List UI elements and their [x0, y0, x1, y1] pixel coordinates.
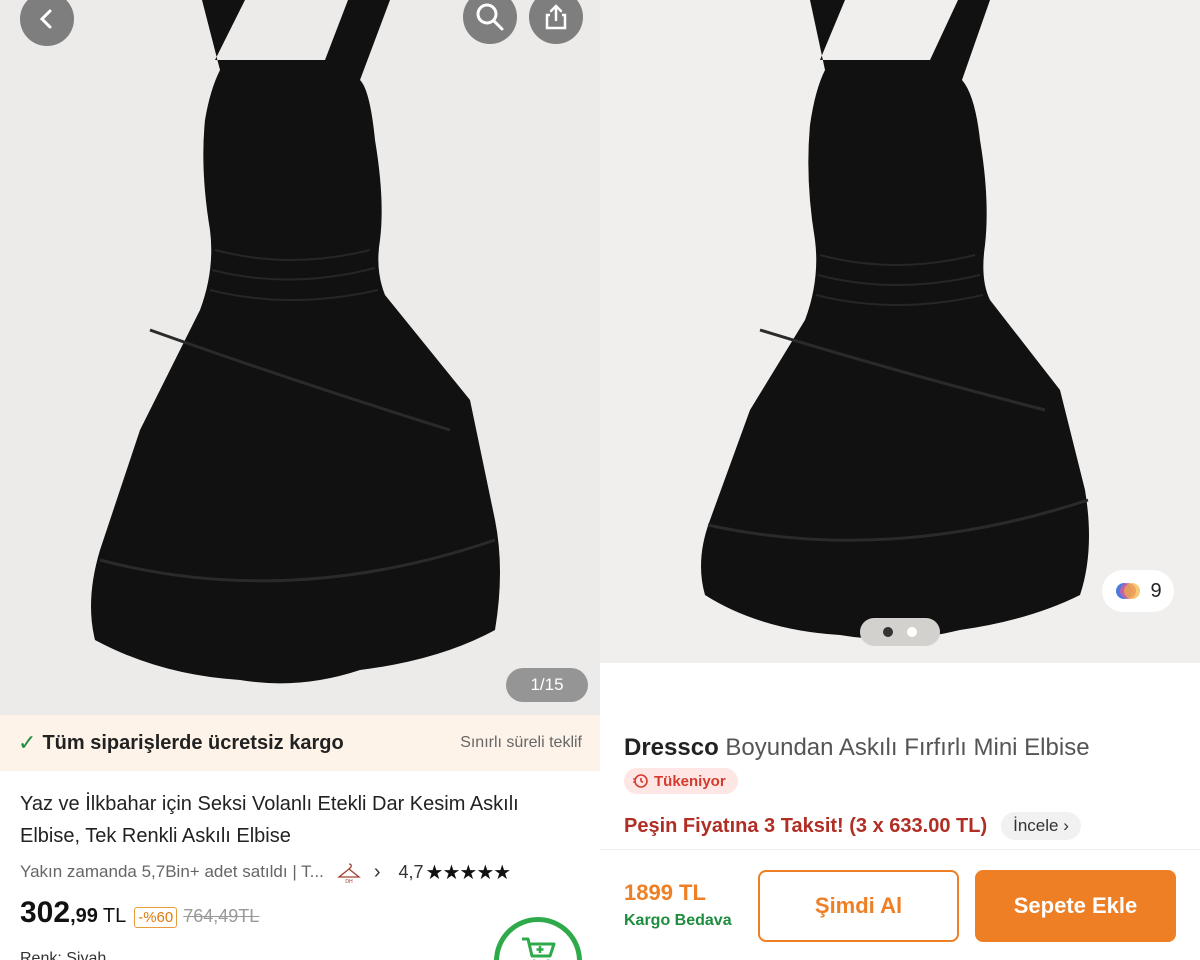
limited-offer-text: Sınırlı süreli teklif: [460, 734, 582, 751]
divider: [600, 849, 1200, 850]
product-image[interactable]: 1/15: [0, 0, 600, 715]
product-name: Boyundan Askılı Fırfırlı Mini Elbise: [725, 734, 1090, 761]
stock-badge: Tükeniyor: [624, 768, 738, 794]
back-icon: [39, 9, 52, 29]
share-icon: [545, 4, 567, 30]
image-counter: 1/15: [506, 668, 588, 702]
color-count: 9: [1150, 579, 1162, 602]
price-whole: 302: [20, 896, 71, 929]
incele-button[interactable]: İncele ›: [1001, 812, 1081, 840]
color-swatch-icon: [1116, 583, 1141, 599]
product-title: Dressco Boyundan Askılı Fırfırlı Mini El…: [624, 734, 1090, 762]
stock-badge-text: Tükeniyor: [654, 772, 726, 790]
sold-count-text: Yakın zamanda 5,7Bin+ adet satıldı | T..…: [20, 862, 324, 881]
clock-icon: [633, 774, 648, 788]
price-decimal: ,99: [70, 905, 98, 927]
dress-image: [701, 0, 1089, 639]
chevron-right-icon[interactable]: ›: [374, 861, 381, 884]
shop-logo[interactable]: DH: [332, 859, 366, 885]
shipping-text: Tüm siparişlerde ücretsiz kargo: [42, 731, 344, 754]
check-icon: ✓: [18, 730, 37, 755]
price: 1899 TL: [624, 880, 706, 905]
price-currency: TL: [102, 905, 127, 927]
brand-name[interactable]: Dressco: [624, 734, 719, 761]
old-price: 764,49TL: [183, 906, 260, 926]
free-shipping-banner[interactable]: ✓ Tüm siparişlerde ücretsiz kargo Sınırl…: [0, 715, 600, 771]
rating-stars: ★★★★★: [425, 861, 512, 884]
color-label: Renk: Siyah: [20, 950, 107, 960]
left-product-panel: 1/15 ✓ Tüm siparişlerde ücretsiz kargo S…: [0, 0, 600, 960]
rating-value: 4,7: [398, 861, 424, 882]
installment-text: Peşin Fiyatına 3 Taksit! (3 x 633.00 TL): [624, 814, 988, 837]
svg-text:DH: DH: [345, 879, 353, 884]
carousel-dots[interactable]: [860, 618, 940, 646]
right-product-panel: 9 Dressco Boyundan Askılı Fırfırlı Mini …: [600, 0, 1200, 960]
product-meta[interactable]: Yakın zamanda 5,7Bin+ adet satıldı | T..…: [20, 858, 590, 886]
add-to-cart-button[interactable]: Sepete Ekle: [975, 870, 1176, 942]
installment-row: Peşin Fiyatına 3 Taksit! (3 x 633.00 TL)…: [624, 812, 1081, 840]
free-shipping-label: Kargo Bedava: [624, 912, 732, 929]
carousel-dot[interactable]: [907, 627, 917, 637]
product-image[interactable]: 9: [600, 0, 1200, 662]
search-icon: [476, 3, 504, 31]
add-to-cart-button[interactable]: [494, 917, 582, 960]
buy-now-button[interactable]: Şimdi Al: [758, 870, 959, 942]
discount-badge: -%60: [134, 907, 178, 928]
price-block: 1899 TL Kargo Bedava: [624, 880, 732, 930]
separator: [600, 662, 1200, 714]
cart-icon: [522, 937, 556, 960]
price-row: 302 ,99 TL -%60 764,49TL: [20, 896, 259, 936]
color-options-button[interactable]: 9: [1102, 570, 1174, 612]
dress-image: [91, 0, 500, 684]
hanger-icon: DH: [336, 863, 361, 884]
product-title: Yaz ve İlkbahar için Seksi Volanlı Etekl…: [20, 793, 519, 847]
carousel-dot[interactable]: [883, 627, 893, 637]
